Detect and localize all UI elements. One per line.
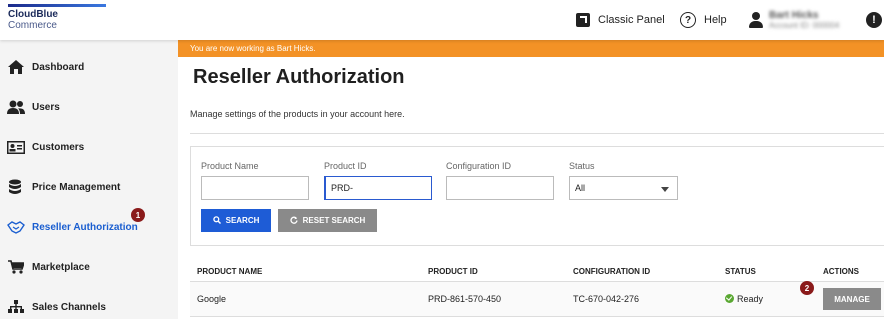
sidebar-item-label: Users bbox=[32, 101, 60, 113]
step-badge: 1 bbox=[131, 208, 145, 222]
column-header-actions: ACTIONS bbox=[823, 267, 859, 276]
product-id-input[interactable] bbox=[324, 176, 432, 200]
logo-bar bbox=[8, 4, 106, 7]
users-icon bbox=[7, 100, 25, 114]
sidebar: Dashboard Users Customers Price Manageme… bbox=[0, 40, 178, 319]
page-subtitle: Manage settings of the products in your … bbox=[190, 109, 405, 119]
user-icon bbox=[749, 12, 763, 28]
search-icon bbox=[212, 215, 221, 226]
search-button-label: SEARCH bbox=[225, 216, 260, 225]
status-selected-value: All bbox=[575, 183, 586, 193]
help-label: Help bbox=[704, 14, 727, 26]
alert-icon: ! bbox=[866, 12, 882, 28]
manage-button-label: MANAGE bbox=[834, 294, 870, 304]
refresh-icon bbox=[290, 216, 298, 226]
sidebar-item-customers[interactable]: Customers bbox=[0, 127, 178, 167]
sidebar-item-reseller-authorization[interactable]: Reseller Authorization 1 bbox=[0, 207, 178, 247]
sidebar-item-marketplace[interactable]: Marketplace bbox=[0, 247, 178, 287]
configuration-id-label: Configuration ID bbox=[446, 161, 512, 171]
reset-search-label: RESET SEARCH bbox=[302, 216, 366, 225]
sidebar-item-dashboard[interactable]: Dashboard bbox=[0, 47, 178, 87]
banner-text: You are now working as Bart Hicks. bbox=[190, 44, 316, 53]
reset-search-button[interactable]: RESET SEARCH bbox=[278, 209, 377, 232]
sidebar-item-users[interactable]: Users bbox=[0, 87, 178, 127]
logo-line-2: Commerce bbox=[8, 20, 57, 31]
id-card-icon bbox=[7, 140, 25, 154]
step-badge-2: 2 bbox=[800, 281, 814, 295]
brand-logo[interactable]: CloudBlue Commerce bbox=[8, 4, 106, 31]
chevron-down-icon bbox=[661, 187, 669, 192]
status-select[interactable]: All bbox=[569, 176, 678, 200]
classic-panel-link[interactable]: Classic Panel bbox=[576, 0, 665, 40]
table-row-divider bbox=[190, 316, 884, 317]
product-name-label: Product Name bbox=[201, 161, 259, 171]
product-id-label: Product ID bbox=[324, 161, 367, 171]
coins-icon bbox=[7, 179, 25, 194]
column-header-configuration-id[interactable]: CONFIGURATION ID bbox=[573, 267, 650, 276]
column-header-product-id[interactable]: PRODUCT ID bbox=[428, 267, 478, 276]
cell-status: Ready bbox=[725, 294, 763, 304]
ready-check-icon bbox=[725, 294, 734, 303]
sidebar-item-label: Customers bbox=[32, 141, 85, 153]
impersonation-banner: You are now working as Bart Hicks. bbox=[178, 40, 884, 57]
notifications-button[interactable]: ! bbox=[866, 0, 882, 40]
classic-panel-label: Classic Panel bbox=[598, 14, 665, 26]
filter-panel: Product Name Product ID Configuration ID… bbox=[190, 146, 884, 246]
help-link[interactable]: ? Help bbox=[680, 0, 727, 40]
sidebar-item-label: Marketplace bbox=[32, 261, 90, 273]
cart-icon bbox=[7, 260, 25, 274]
sidebar-item-label: Sales Channels bbox=[32, 301, 106, 313]
user-account-id: Account ID: 000004 bbox=[769, 21, 840, 30]
user-name: Bart Hicks bbox=[769, 10, 819, 21]
cell-product-name: Google bbox=[197, 294, 227, 304]
logo-line-1: CloudBlue bbox=[8, 9, 58, 20]
sidebar-item-label: Reseller Authorization bbox=[32, 221, 138, 233]
sidebar-item-label: Price Management bbox=[32, 181, 121, 193]
configuration-id-input[interactable] bbox=[446, 176, 554, 200]
product-name-input[interactable] bbox=[201, 176, 309, 200]
divider bbox=[190, 133, 884, 134]
help-icon: ? bbox=[680, 12, 696, 28]
external-link-icon bbox=[576, 13, 590, 27]
page-title: Reseller Authorization bbox=[193, 66, 405, 88]
search-button[interactable]: SEARCH bbox=[201, 209, 271, 232]
status-label: Status bbox=[569, 161, 595, 171]
status-text: Ready bbox=[737, 294, 764, 304]
column-header-status[interactable]: STATUS bbox=[725, 267, 756, 276]
sidebar-item-price-management[interactable]: Price Management bbox=[0, 167, 178, 207]
home-icon bbox=[7, 60, 25, 74]
sidebar-item-label: Dashboard bbox=[32, 61, 85, 73]
top-bar: CloudBlue Commerce Classic Panel ? Help … bbox=[0, 0, 884, 40]
sidebar-item-sales-channels[interactable]: Sales Channels bbox=[0, 287, 178, 319]
column-header-product-name[interactable]: PRODUCT NAME bbox=[197, 267, 262, 276]
cell-configuration-id: TC-670-042-276 bbox=[573, 294, 640, 304]
table-row bbox=[190, 282, 884, 316]
cell-product-id: PRD-861-570-450 bbox=[428, 294, 502, 304]
handshake-icon bbox=[7, 220, 25, 234]
user-menu[interactable]: Bart Hicks Account ID: 000004 bbox=[749, 0, 839, 40]
manage-button[interactable]: MANAGE bbox=[823, 288, 881, 310]
user-info: Bart Hicks Account ID: 000004 bbox=[769, 10, 839, 30]
sitemap-icon bbox=[7, 300, 25, 314]
